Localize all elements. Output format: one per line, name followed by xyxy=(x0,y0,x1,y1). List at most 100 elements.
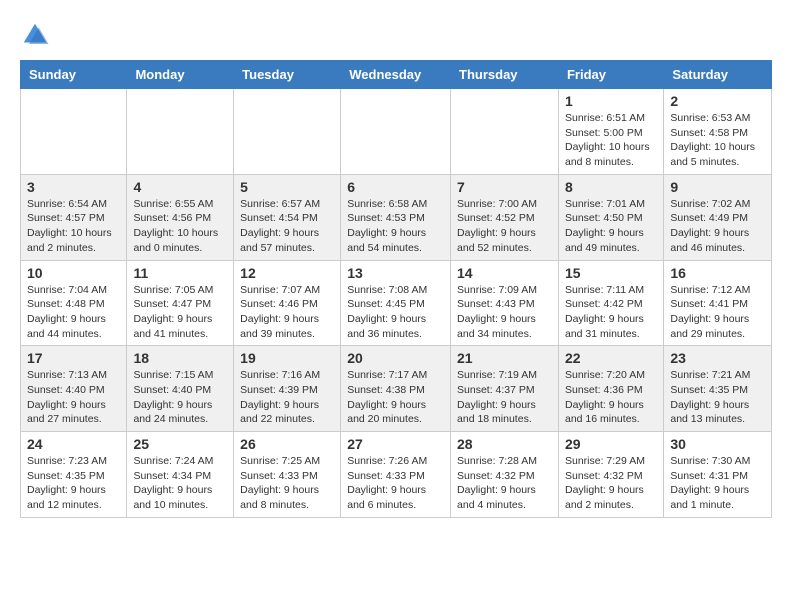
day-number: 23 xyxy=(670,350,765,366)
calendar-empty xyxy=(451,89,559,175)
calendar-empty xyxy=(234,89,341,175)
day-number: 19 xyxy=(240,350,334,366)
calendar-day-14: 14 Sunrise: 7:09 AMSunset: 4:43 PMDayligh… xyxy=(451,260,559,346)
day-info: Sunrise: 7:04 AMSunset: 4:48 PMDaylight:… xyxy=(27,283,120,342)
weekday-header-wednesday: Wednesday xyxy=(341,61,451,89)
day-info: Sunrise: 7:29 AMSunset: 4:32 PMDaylight:… xyxy=(565,454,657,513)
day-number: 20 xyxy=(347,350,444,366)
header xyxy=(20,20,772,50)
day-number: 17 xyxy=(27,350,120,366)
calendar-day-19: 19 Sunrise: 7:16 AMSunset: 4:39 PMDayligh… xyxy=(234,346,341,432)
calendar-day-25: 25 Sunrise: 7:24 AMSunset: 4:34 PMDayligh… xyxy=(127,432,234,518)
day-info: Sunrise: 7:07 AMSunset: 4:46 PMDaylight:… xyxy=(240,283,334,342)
weekday-header-friday: Friday xyxy=(558,61,663,89)
calendar-day-6: 6 Sunrise: 6:58 AMSunset: 4:53 PMDaylight… xyxy=(341,174,451,260)
day-info: Sunrise: 7:23 AMSunset: 4:35 PMDaylight:… xyxy=(27,454,120,513)
logo xyxy=(20,20,54,50)
calendar-day-2: 2 Sunrise: 6:53 AMSunset: 4:58 PMDaylight… xyxy=(664,89,772,175)
day-info: Sunrise: 7:28 AMSunset: 4:32 PMDaylight:… xyxy=(457,454,552,513)
day-info: Sunrise: 6:54 AMSunset: 4:57 PMDaylight:… xyxy=(27,197,120,256)
day-number: 14 xyxy=(457,265,552,281)
calendar-day-3: 3 Sunrise: 6:54 AMSunset: 4:57 PMDaylight… xyxy=(21,174,127,260)
day-number: 7 xyxy=(457,179,552,195)
calendar-header: SundayMondayTuesdayWednesdayThursdayFrid… xyxy=(21,61,772,89)
day-number: 4 xyxy=(133,179,227,195)
calendar-day-30: 30 Sunrise: 7:30 AMSunset: 4:31 PMDayligh… xyxy=(664,432,772,518)
calendar-day-9: 9 Sunrise: 7:02 AMSunset: 4:49 PMDaylight… xyxy=(664,174,772,260)
logo-icon xyxy=(20,20,50,50)
day-number: 1 xyxy=(565,93,657,109)
day-info: Sunrise: 7:09 AMSunset: 4:43 PMDaylight:… xyxy=(457,283,552,342)
day-number: 13 xyxy=(347,265,444,281)
calendar-week-2: 3 Sunrise: 6:54 AMSunset: 4:57 PMDaylight… xyxy=(21,174,772,260)
day-number: 8 xyxy=(565,179,657,195)
calendar-day-11: 11 Sunrise: 7:05 AMSunset: 4:47 PMDayligh… xyxy=(127,260,234,346)
calendar-day-8: 8 Sunrise: 7:01 AMSunset: 4:50 PMDaylight… xyxy=(558,174,663,260)
day-number: 28 xyxy=(457,436,552,452)
day-number: 6 xyxy=(347,179,444,195)
calendar-week-1: 1Sunrise: 6:51 AMSunset: 5:00 PMDaylight… xyxy=(21,89,772,175)
day-number: 11 xyxy=(133,265,227,281)
calendar-day-24: 24 Sunrise: 7:23 AMSunset: 4:35 PMDayligh… xyxy=(21,432,127,518)
calendar-day-22: 22Sunrise: 7:20 AMSunset: 4:36 PMDayligh… xyxy=(558,346,663,432)
calendar-day-26: 26Sunrise: 7:25 AMSunset: 4:33 PMDayligh… xyxy=(234,432,341,518)
day-info: Sunrise: 7:16 AMSunset: 4:39 PMDaylight:… xyxy=(240,368,334,427)
day-info: Sunrise: 7:13 AMSunset: 4:40 PMDaylight:… xyxy=(27,368,120,427)
day-info: Sunrise: 7:00 AMSunset: 4:52 PMDaylight:… xyxy=(457,197,552,256)
calendar-day-15: 15Sunrise: 7:11 AMSunset: 4:42 PMDayligh… xyxy=(558,260,663,346)
calendar: SundayMondayTuesdayWednesdayThursdayFrid… xyxy=(20,60,772,518)
day-info: Sunrise: 7:05 AMSunset: 4:47 PMDaylight:… xyxy=(133,283,227,342)
calendar-day-12: 12 Sunrise: 7:07 AMSunset: 4:46 PMDayligh… xyxy=(234,260,341,346)
day-number: 5 xyxy=(240,179,334,195)
calendar-day-21: 21 Sunrise: 7:19 AMSunset: 4:37 PMDayligh… xyxy=(451,346,559,432)
day-info: Sunrise: 7:21 AMSunset: 4:35 PMDaylight:… xyxy=(670,368,765,427)
day-info: Sunrise: 7:11 AMSunset: 4:42 PMDaylight:… xyxy=(565,283,657,342)
calendar-day-20: 20 Sunrise: 7:17 AMSunset: 4:38 PMDayligh… xyxy=(341,346,451,432)
day-info: Sunrise: 6:55 AMSunset: 4:56 PMDaylight:… xyxy=(133,197,227,256)
day-number: 22 xyxy=(565,350,657,366)
calendar-body: 1Sunrise: 6:51 AMSunset: 5:00 PMDaylight… xyxy=(21,89,772,518)
calendar-week-3: 10 Sunrise: 7:04 AMSunset: 4:48 PMDayligh… xyxy=(21,260,772,346)
calendar-day-13: 13 Sunrise: 7:08 AMSunset: 4:45 PMDayligh… xyxy=(341,260,451,346)
day-number: 30 xyxy=(670,436,765,452)
day-info: Sunrise: 6:57 AMSunset: 4:54 PMDaylight:… xyxy=(240,197,334,256)
weekday-header-monday: Monday xyxy=(127,61,234,89)
calendar-day-5: 5 Sunrise: 6:57 AMSunset: 4:54 PMDaylight… xyxy=(234,174,341,260)
day-number: 3 xyxy=(27,179,120,195)
calendar-day-4: 4 Sunrise: 6:55 AMSunset: 4:56 PMDaylight… xyxy=(127,174,234,260)
day-info: Sunrise: 7:15 AMSunset: 4:40 PMDaylight:… xyxy=(133,368,227,427)
day-info: Sunrise: 7:01 AMSunset: 4:50 PMDaylight:… xyxy=(565,197,657,256)
day-number: 9 xyxy=(670,179,765,195)
calendar-day-28: 28 Sunrise: 7:28 AMSunset: 4:32 PMDayligh… xyxy=(451,432,559,518)
calendar-day-10: 10 Sunrise: 7:04 AMSunset: 4:48 PMDayligh… xyxy=(21,260,127,346)
calendar-day-16: 16Sunrise: 7:12 AMSunset: 4:41 PMDayligh… xyxy=(664,260,772,346)
weekday-header-thursday: Thursday xyxy=(451,61,559,89)
day-number: 27 xyxy=(347,436,444,452)
calendar-day-7: 7 Sunrise: 7:00 AMSunset: 4:52 PMDaylight… xyxy=(451,174,559,260)
day-info: Sunrise: 7:24 AMSunset: 4:34 PMDaylight:… xyxy=(133,454,227,513)
calendar-empty xyxy=(21,89,127,175)
day-info: Sunrise: 7:17 AMSunset: 4:38 PMDaylight:… xyxy=(347,368,444,427)
day-info: Sunrise: 7:25 AMSunset: 4:33 PMDaylight:… xyxy=(240,454,334,513)
day-info: Sunrise: 7:19 AMSunset: 4:37 PMDaylight:… xyxy=(457,368,552,427)
day-info: Sunrise: 6:53 AMSunset: 4:58 PMDaylight:… xyxy=(670,111,765,170)
day-number: 10 xyxy=(27,265,120,281)
day-info: Sunrise: 6:58 AMSunset: 4:53 PMDaylight:… xyxy=(347,197,444,256)
day-number: 12 xyxy=(240,265,334,281)
calendar-day-18: 18 Sunrise: 7:15 AMSunset: 4:40 PMDayligh… xyxy=(127,346,234,432)
calendar-day-27: 27 Sunrise: 7:26 AMSunset: 4:33 PMDayligh… xyxy=(341,432,451,518)
day-info: Sunrise: 7:08 AMSunset: 4:45 PMDaylight:… xyxy=(347,283,444,342)
day-info: Sunrise: 7:30 AMSunset: 4:31 PMDaylight:… xyxy=(670,454,765,513)
day-info: Sunrise: 7:02 AMSunset: 4:49 PMDaylight:… xyxy=(670,197,765,256)
weekday-header-sunday: Sunday xyxy=(21,61,127,89)
day-number: 29 xyxy=(565,436,657,452)
day-number: 25 xyxy=(133,436,227,452)
day-info: Sunrise: 7:26 AMSunset: 4:33 PMDaylight:… xyxy=(347,454,444,513)
calendar-day-29: 29 Sunrise: 7:29 AMSunset: 4:32 PMDayligh… xyxy=(558,432,663,518)
day-number: 2 xyxy=(670,93,765,109)
day-number: 24 xyxy=(27,436,120,452)
weekday-header-saturday: Saturday xyxy=(664,61,772,89)
day-number: 18 xyxy=(133,350,227,366)
weekday-row: SundayMondayTuesdayWednesdayThursdayFrid… xyxy=(21,61,772,89)
day-number: 21 xyxy=(457,350,552,366)
